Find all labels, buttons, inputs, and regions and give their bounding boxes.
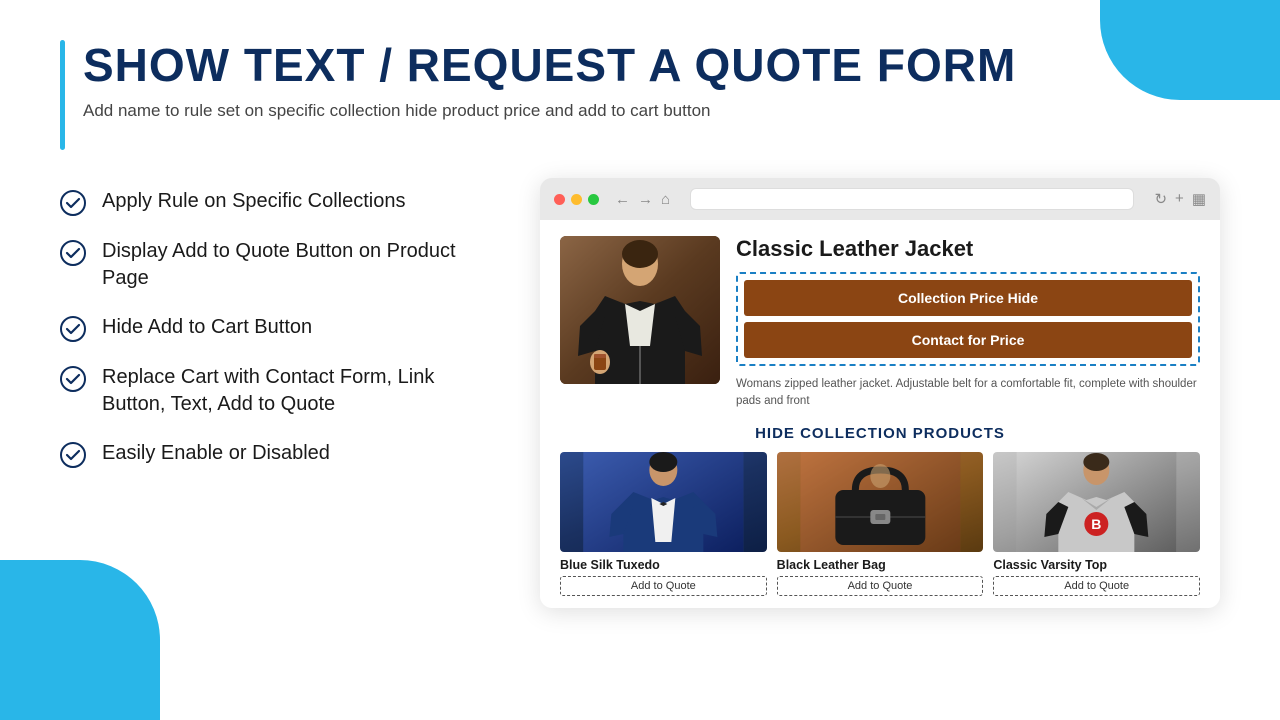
feature-text-4: Easily Enable or Disabled [102, 440, 330, 467]
browser-content: Classic Leather Jacket Collection Price … [540, 220, 1220, 608]
product-description: Womans zipped leather jacket. Adjustable… [736, 376, 1200, 411]
bag-add-to-quote-button[interactable]: Add to Quote [777, 576, 984, 596]
collection-section-title: HIDE COLLECTION PRODUCTS [560, 425, 1200, 442]
jacket-svg [560, 236, 720, 384]
product-info: Classic Leather Jacket Collection Price … [736, 236, 1200, 411]
bag-image [777, 452, 984, 552]
browser-mockup: ← → ⌂ ↻ + ▦ [540, 178, 1220, 608]
varsity-add-to-quote-button[interactable]: Add to Quote [993, 576, 1200, 596]
copy-icon[interactable]: ▦ [1192, 190, 1206, 208]
collection-item-varsity: B Classic Varsity Top Add to Quote [993, 452, 1200, 596]
refresh-icon[interactable]: ↻ [1154, 190, 1167, 208]
varsity-img-inner: B [993, 452, 1200, 552]
contact-for-price-button[interactable]: Contact for Price [744, 322, 1192, 358]
collection-price-hide-button[interactable]: Collection Price Hide [744, 280, 1192, 316]
tuxedo-image [560, 452, 767, 552]
tuxedo-img-inner [560, 452, 767, 552]
page-title: SHOW TEXT / REQUEST A QUOTE FORM [83, 40, 1016, 91]
features-list: Apply Rule on Specific Collections Displ… [60, 178, 500, 468]
feature-item-hide-cart: Hide Add to Cart Button [60, 314, 500, 342]
dot-green[interactable] [588, 194, 599, 205]
forward-icon[interactable]: → [638, 191, 653, 208]
bag-name: Black Leather Bag [777, 558, 984, 572]
product-image [560, 236, 720, 384]
check-icon-2 [60, 316, 86, 342]
plus-icon[interactable]: + [1175, 190, 1184, 208]
page-subtitle: Add name to rule set on specific collect… [83, 101, 1016, 121]
svg-text:B: B [1092, 516, 1102, 532]
bag-img-inner [777, 452, 984, 552]
browser-nav: ← → ⌂ [615, 191, 670, 208]
collection-item-tuxedo: Blue Silk Tuxedo Add to Quote [560, 452, 767, 596]
collection-item-bag: Black Leather Bag Add to Quote [777, 452, 984, 596]
main-content: Apply Rule on Specific Collections Displ… [60, 178, 1220, 608]
product-section: Classic Leather Jacket Collection Price … [560, 236, 1200, 411]
home-icon[interactable]: ⌂ [661, 191, 670, 208]
check-icon-1 [60, 240, 86, 266]
feature-item-apply-rule: Apply Rule on Specific Collections [60, 188, 500, 216]
feature-item-enable-disable: Easily Enable or Disabled [60, 440, 500, 468]
product-buttons-box: Collection Price Hide Contact for Price [736, 272, 1200, 366]
varsity-name: Classic Varsity Top [993, 558, 1200, 572]
feature-text-1: Display Add to Quote Button on Product P… [102, 238, 500, 292]
back-icon[interactable]: ← [615, 191, 630, 208]
tuxedo-add-to-quote-button[interactable]: Add to Quote [560, 576, 767, 596]
dot-yellow[interactable] [571, 194, 582, 205]
check-icon-0 [60, 190, 86, 216]
dot-red[interactable] [554, 194, 565, 205]
varsity-image: B [993, 452, 1200, 552]
browser-dots [554, 194, 599, 205]
feature-item-display-add: Display Add to Quote Button on Product P… [60, 238, 500, 292]
feature-text-2: Hide Add to Cart Button [102, 314, 312, 341]
header-text: SHOW TEXT / REQUEST A QUOTE FORM Add nam… [83, 40, 1016, 121]
product-title: Classic Leather Jacket [736, 236, 1200, 262]
browser-actions: ↻ + ▦ [1154, 190, 1206, 208]
feature-item-replace-cart: Replace Cart with Contact Form, Link But… [60, 364, 500, 418]
bag-svg [777, 452, 984, 552]
header: SHOW TEXT / REQUEST A QUOTE FORM Add nam… [60, 40, 1220, 150]
check-icon-3 [60, 366, 86, 392]
feature-text-3: Replace Cart with Contact Form, Link But… [102, 364, 500, 418]
tuxedo-name: Blue Silk Tuxedo [560, 558, 767, 572]
check-icon-4 [60, 442, 86, 468]
tuxedo-svg [560, 452, 767, 552]
varsity-svg: B [993, 452, 1200, 552]
header-accent-bar [60, 40, 65, 150]
jacket-image [560, 236, 720, 384]
browser-toolbar: ← → ⌂ ↻ + ▦ [540, 178, 1220, 220]
browser-address-bar[interactable] [690, 188, 1134, 210]
feature-text-0: Apply Rule on Specific Collections [102, 188, 406, 215]
collection-grid: Blue Silk Tuxedo Add to Quote [560, 452, 1200, 596]
